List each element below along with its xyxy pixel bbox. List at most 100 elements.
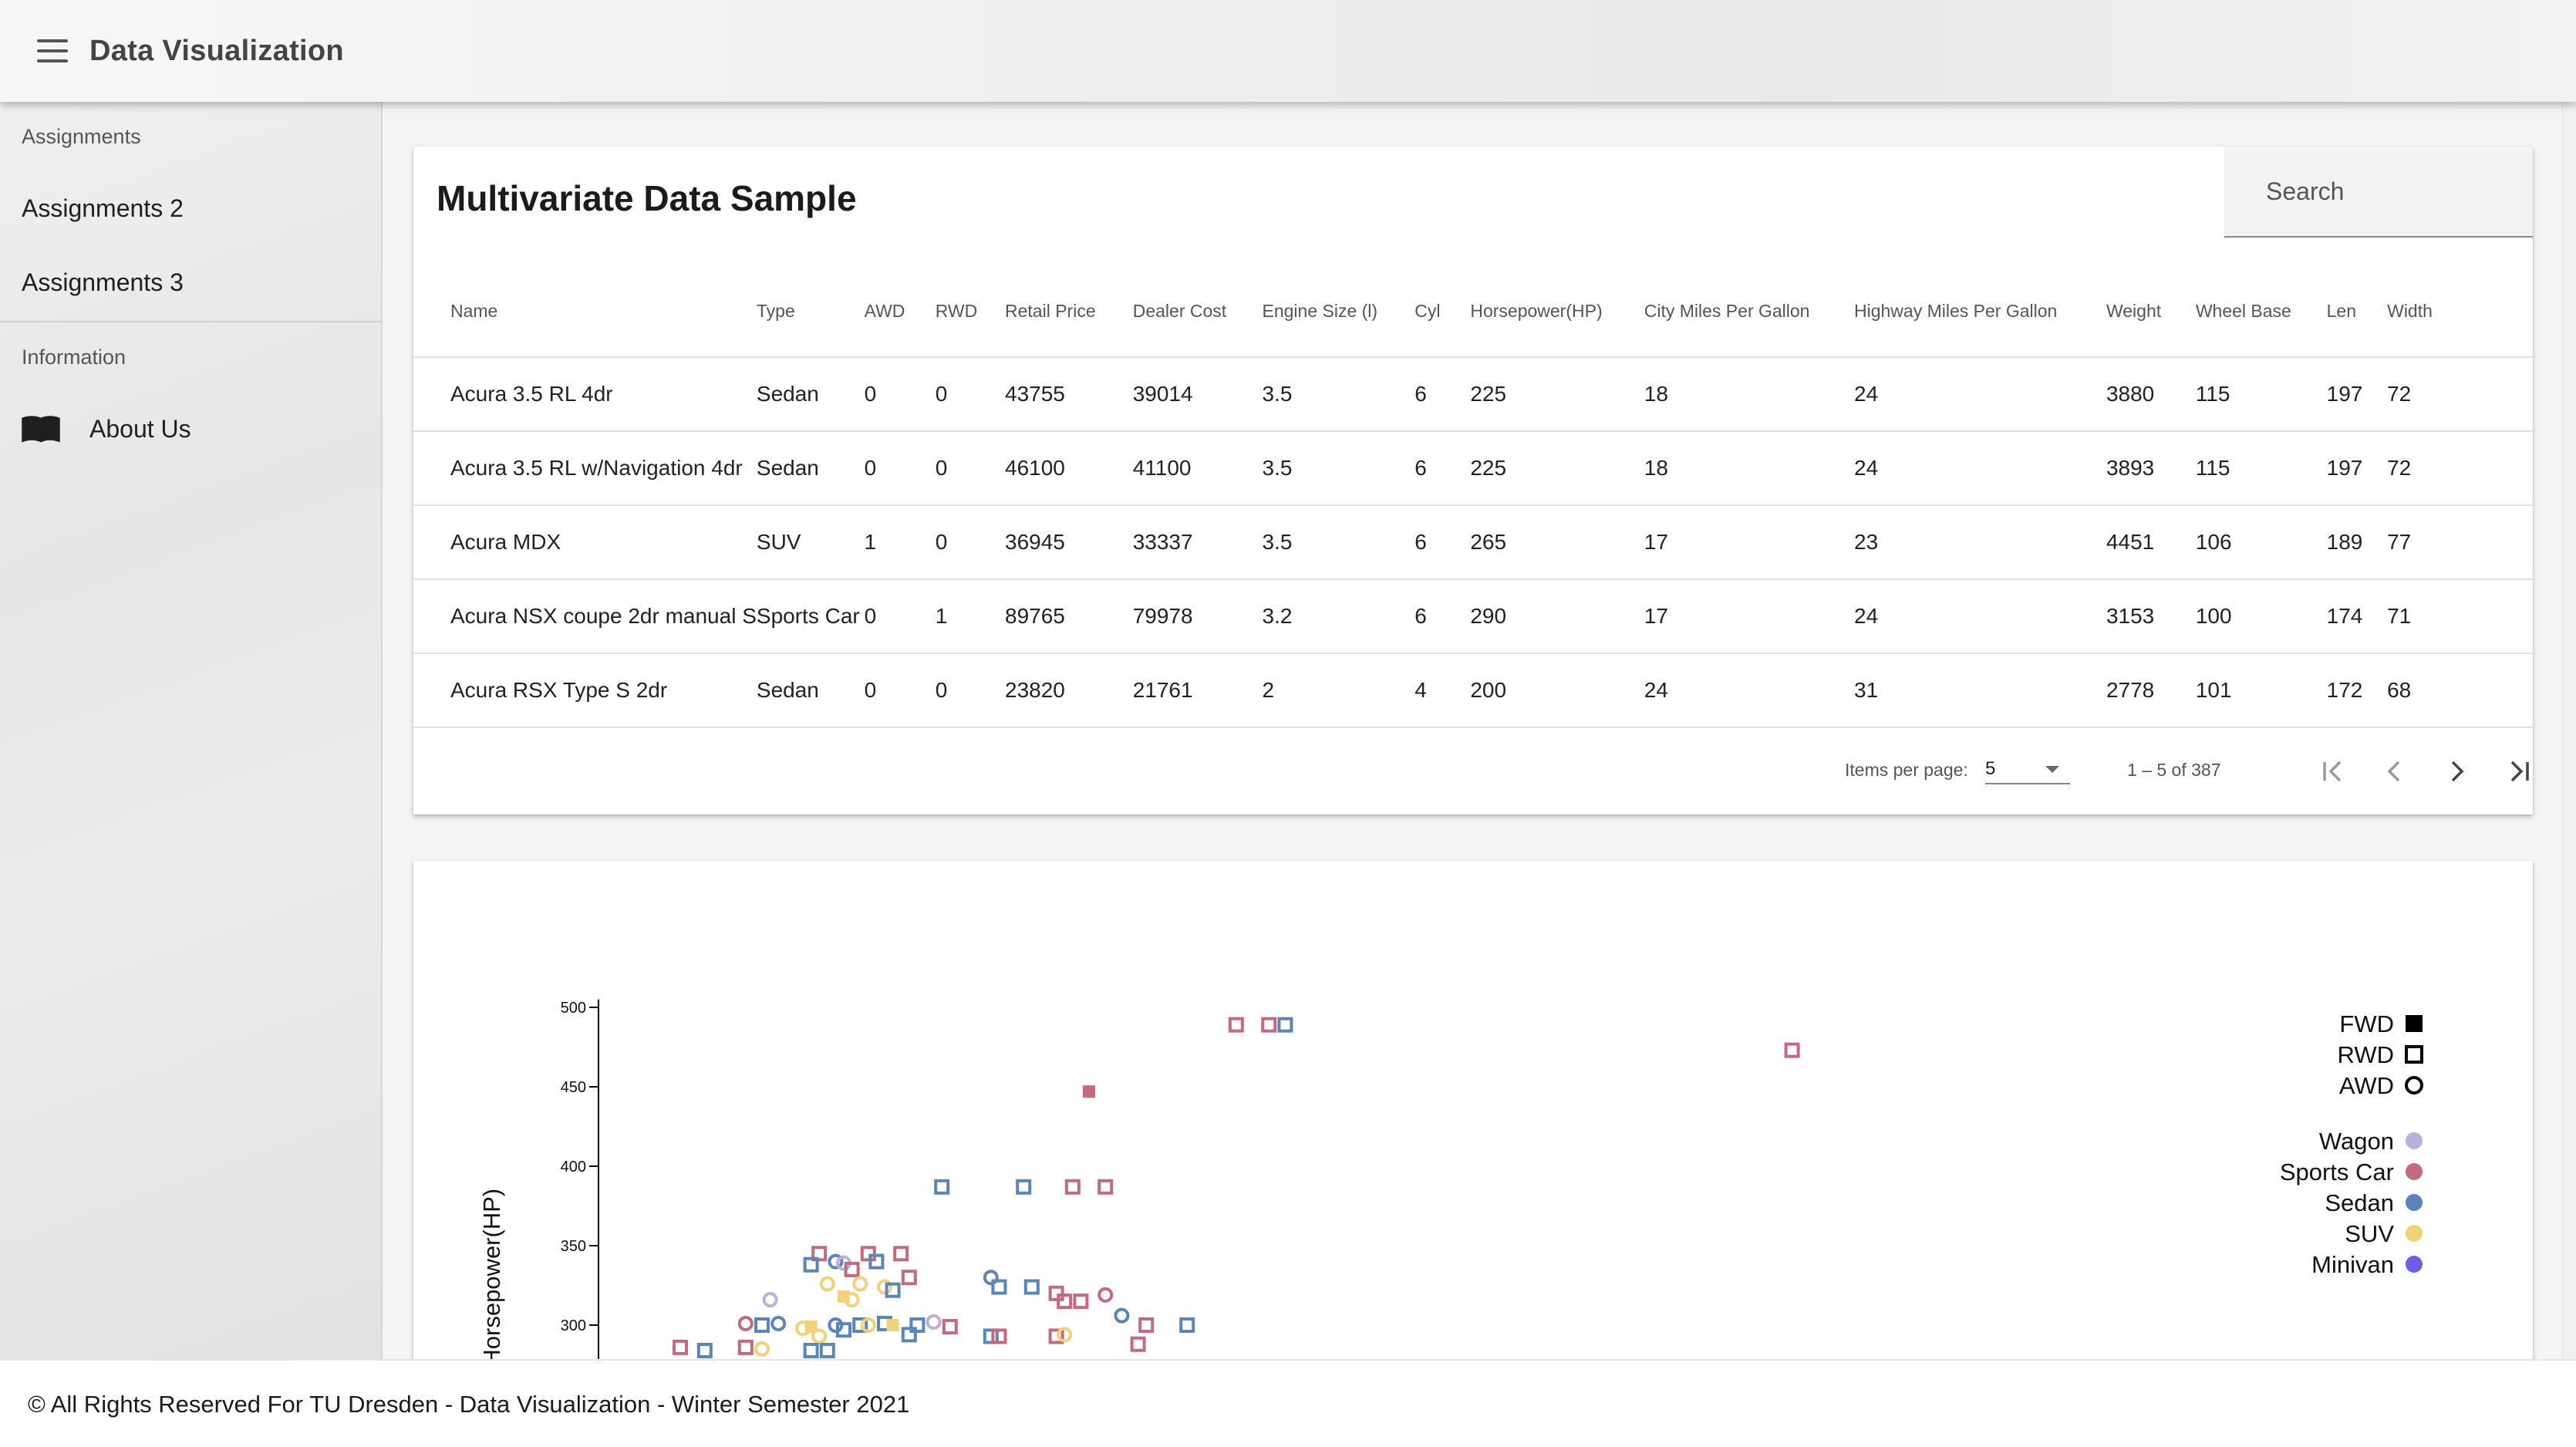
hollow-square-icon	[2405, 1045, 2423, 1064]
table-cell: 0	[864, 430, 936, 505]
items-per-page-select[interactable]: 5	[1985, 750, 2070, 784]
table-cell: Sedan	[756, 430, 865, 505]
table-row[interactable]: Acura 3.5 RL 4dr Sedan 0 0 43755 39014 3.5 6 225…	[413, 356, 2533, 431]
table-cell: 290	[1470, 578, 1644, 653]
table-row[interactable]: Acura NSX coupe 2dr manual S Sports Car 0 1…	[413, 578, 2533, 653]
legend-label: Wagon	[2319, 1128, 2394, 1155]
legend-label: Sedan	[2325, 1189, 2394, 1216]
data-point	[1057, 1327, 1073, 1343]
legend-label: FWD	[2339, 1010, 2394, 1037]
table-cell: 3.5	[1262, 504, 1415, 579]
column-header[interactable]: City Miles Per Gallon	[1644, 266, 1854, 357]
sidebar-item-assignments-2[interactable]: Assignments 2	[0, 171, 381, 245]
table-cell: 3153	[2106, 578, 2196, 653]
data-point	[991, 1328, 1007, 1344]
table-cell: 18	[1644, 430, 1854, 505]
hamburger-menu-icon[interactable]	[37, 39, 68, 62]
table-cell: 1	[864, 504, 936, 579]
table-cell: Acura NSX coupe 2dr manual S	[413, 578, 757, 653]
column-header[interactable]: Engine Size (l)	[1263, 266, 1415, 357]
data-point	[1784, 1042, 1800, 1058]
table-cell: 79978	[1132, 578, 1263, 653]
table-cell: Acura RSX Type S 2dr	[413, 653, 757, 728]
data-point	[868, 1253, 885, 1270]
table-cell: 6	[1414, 356, 1471, 431]
table-row[interactable]: Acura MDX SUV 1 0 36945 33337 3.5 6 265 17 23 4451 1…	[413, 504, 2533, 579]
legend-color-swatch	[2406, 1194, 2423, 1211]
y-tick-label: 400	[561, 1159, 586, 1175]
column-header[interactable]: AWD	[865, 266, 936, 357]
data-point	[1048, 1285, 1064, 1301]
data-point	[819, 1342, 835, 1358]
sidebar-item-label: Assignments 3	[22, 268, 184, 296]
table-cell: 0	[864, 653, 936, 728]
legend-color-swatch	[2406, 1163, 2423, 1180]
previous-page-icon[interactable]	[2375, 752, 2414, 791]
table-cell: 2	[1262, 653, 1415, 728]
column-header[interactable]: Len	[2327, 266, 2387, 357]
sidebar-item-about-us[interactable]: About Us	[0, 392, 381, 466]
data-point	[754, 1341, 770, 1357]
main-content: Multivariate Data Sample Name Type AWD R…	[383, 102, 2576, 1401]
column-header[interactable]: Wheel Base	[2196, 266, 2327, 357]
table-cell: 6	[1414, 504, 1471, 579]
table-cell: 3.5	[1262, 430, 1415, 505]
table-cell: 6	[1414, 430, 1471, 505]
column-header[interactable]: Retail Price	[1005, 266, 1133, 357]
legend-label: RWD	[2338, 1041, 2394, 1068]
table-body: Acura 3.5 RL 4dr Sedan 0 0 43755 39014 3.5 6 225…	[413, 356, 2533, 728]
column-header[interactable]: Horsepower(HP)	[1470, 266, 1644, 357]
first-page-icon[interactable]	[2315, 752, 2353, 791]
table-cell: 24	[1644, 653, 1854, 728]
last-page-icon[interactable]	[2499, 752, 2537, 791]
table-cell: 33337	[1132, 504, 1263, 579]
table-cell: 36945	[1005, 504, 1133, 579]
column-header[interactable]: Width	[2387, 266, 2533, 357]
table-cell: 77	[2387, 504, 2533, 579]
book-open-icon	[22, 416, 60, 443]
column-header[interactable]: Dealer Cost	[1133, 266, 1263, 357]
table-row[interactable]: Acura 3.5 RL w/Navigation 4dr Sedan 0 0 4610…	[413, 430, 2533, 505]
data-point	[860, 1317, 876, 1333]
table-cell: 41100	[1132, 430, 1263, 505]
column-header[interactable]: Cyl	[1414, 266, 1470, 357]
table-cell: 101	[2195, 653, 2327, 728]
data-point	[1083, 1085, 1095, 1098]
column-header[interactable]: Name	[413, 266, 757, 357]
data-point	[737, 1339, 754, 1355]
sidebar-item-assignments-3[interactable]: Assignments 3	[0, 245, 381, 319]
items-per-page-value: 5	[1985, 758, 1996, 779]
scatter-chart: 500 450 400 350 300 Horsepower(HP) FWD RWD AWD W…	[478, 999, 2423, 1401]
column-header[interactable]: Weight	[2106, 266, 2196, 357]
legend-label: Sports Car	[2280, 1159, 2394, 1186]
legend-label: AWD	[2339, 1072, 2394, 1099]
table-cell: 0	[935, 653, 1006, 728]
next-page-icon[interactable]	[2437, 752, 2476, 791]
filled-square-icon	[2406, 1015, 2423, 1032]
table-cell: 0	[935, 356, 1006, 431]
data-point	[942, 1319, 958, 1335]
data-point	[983, 1328, 999, 1344]
table-cell: 4451	[2106, 504, 2196, 579]
scrollbar[interactable]	[2562, 102, 2576, 1359]
table-cell: 21761	[1132, 653, 1263, 728]
data-point	[737, 1315, 754, 1331]
table-row[interactable]: Acura RSX Type S 2dr Sedan 0 0 23820 21761 2 4 2…	[413, 653, 2533, 728]
scatter-chart-card: 500 450 400 350 300 Horsepower(HP) FWD RWD AWD W…	[413, 861, 2533, 1401]
y-tick-label: 500	[561, 1000, 586, 1017]
table-cell: 200	[1470, 653, 1644, 728]
table-cell: 172	[2326, 653, 2388, 728]
column-header[interactable]: RWD	[936, 266, 1005, 357]
table-cell: 3893	[2106, 430, 2196, 505]
table-cell: 18	[1644, 356, 1854, 431]
data-point	[1179, 1317, 1195, 1333]
table-cell: 0	[864, 578, 936, 653]
search-field[interactable]	[2224, 147, 2533, 238]
column-header[interactable]: Type	[757, 266, 865, 357]
table-cell: 197	[2326, 430, 2388, 505]
data-point	[811, 1328, 828, 1344]
table-cell: Acura MDX	[413, 504, 757, 579]
hollow-circle-icon	[2405, 1076, 2423, 1095]
search-input[interactable]	[2224, 147, 2533, 236]
column-header[interactable]: Highway Miles Per Gallon	[1854, 266, 2106, 357]
